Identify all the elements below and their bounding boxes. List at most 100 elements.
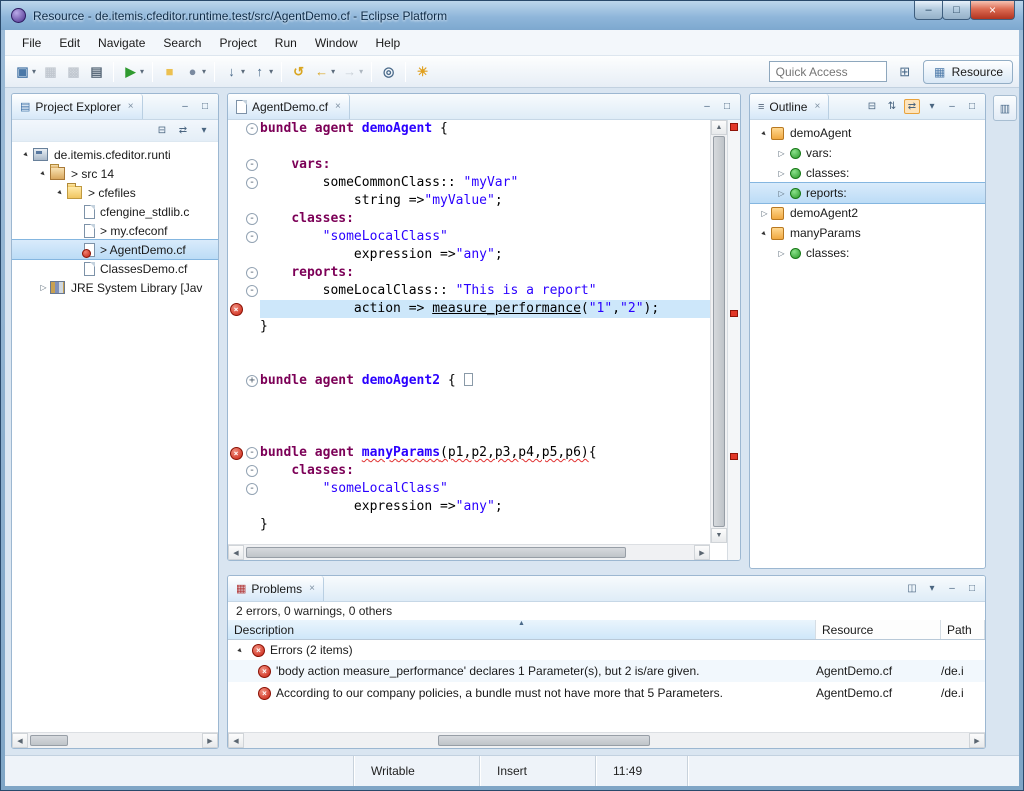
menu-search[interactable]: Search <box>154 33 210 53</box>
print-button[interactable]: ▤ <box>85 60 108 84</box>
fold-minus-icon[interactable]: - <box>244 483 260 495</box>
sort-icon[interactable]: ⇅ <box>884 99 900 114</box>
editor-line-text[interactable]: bundle agent demoAgent2 { <box>260 372 710 390</box>
tree-collapsed-arrow-icon[interactable]: ▷ <box>775 169 788 178</box>
scroll-left-icon[interactable]: ◀ <box>228 733 244 748</box>
collapse-all-icon[interactable]: ⊟ <box>154 123 170 138</box>
tree-expanded-arrow-icon[interactable]: ▸ <box>36 166 52 182</box>
next-annotation-dropdown-icon[interactable]: ▾ <box>241 67 245 76</box>
editor-line-text[interactable]: expression =>"any"; <box>260 498 710 516</box>
tree-collapsed-arrow-icon[interactable]: ▷ <box>758 209 771 218</box>
fold-minus-icon[interactable]: - <box>244 123 260 135</box>
new-wizard-button[interactable]: ▣▾ <box>11 60 39 84</box>
editor-line-text[interactable]: "someLocalClass" <box>260 228 710 246</box>
editor-line-text[interactable]: reports: <box>260 264 710 282</box>
menu-run[interactable]: Run <box>266 33 306 53</box>
editor-line-text[interactable]: } <box>260 318 710 336</box>
tree-expanded-arrow-icon[interactable]: ▸ <box>53 185 69 201</box>
column-header-resource[interactable]: Resource <box>816 620 941 639</box>
editor-line[interactable] <box>228 426 710 444</box>
back-button[interactable]: ←▾ <box>310 60 338 84</box>
editor-line[interactable]: } <box>228 516 710 534</box>
collapse-all-icon[interactable]: ⊟ <box>864 99 880 114</box>
explorer-item[interactable]: cfengine_stdlib.c <box>12 202 218 221</box>
editor-line[interactable]: - classes: <box>228 210 710 228</box>
column-header-path[interactable]: Path <box>941 620 985 639</box>
save-all-button[interactable]: ▩ <box>62 60 85 84</box>
editor-line-text[interactable]: string =>"myValue"; <box>260 192 710 210</box>
close-view-icon[interactable]: × <box>128 101 134 112</box>
outline-item[interactable]: ▷classes: <box>750 243 985 263</box>
tab-project-explorer[interactable]: ▤ Project Explorer × <box>12 94 143 119</box>
tree-collapsed-arrow-icon[interactable]: ▷ <box>775 249 788 258</box>
editor-line-text[interactable]: bundle agent demoAgent { <box>260 120 710 138</box>
forward-button[interactable]: →▾ <box>338 60 366 84</box>
search-dropdown-icon[interactable]: ▾ <box>202 67 206 76</box>
menu-file[interactable]: File <box>13 33 50 53</box>
link-with-editor-icon[interactable]: ⇄ <box>904 99 920 114</box>
maximize-window-button[interactable]: □ <box>942 1 971 20</box>
back-dropdown-icon[interactable]: ▾ <box>331 67 335 76</box>
scroll-down-icon[interactable]: ▼ <box>711 528 727 543</box>
view-menu-icon[interactable]: ▾ <box>196 123 212 138</box>
last-edit-location-button[interactable]: ↺ <box>287 60 310 84</box>
minimize-view-icon[interactable]: – <box>944 581 960 596</box>
editor-line[interactable]: - someLocalClass:: "This is a report" <box>228 282 710 300</box>
fold-minus-icon[interactable]: - <box>244 267 260 279</box>
view-menu-icon[interactable]: ▾ <box>924 99 940 114</box>
editor-hscrollbar[interactable]: ◀ ▶ <box>228 544 710 560</box>
column-header-description[interactable]: Description▲ <box>228 620 816 639</box>
close-view-icon[interactable]: × <box>309 583 315 594</box>
maximize-view-icon[interactable]: □ <box>964 581 980 596</box>
scroll-up-icon[interactable]: ▲ <box>711 120 727 135</box>
editor-line-text[interactable]: action => measure_performance("1","2"); <box>260 300 710 318</box>
fold-minus-icon[interactable]: - <box>244 177 260 189</box>
editor-line-text[interactable] <box>260 426 710 444</box>
overview-error-indicator-icon[interactable] <box>730 123 738 131</box>
editor-line[interactable]: - "someLocalClass" <box>228 480 710 498</box>
explorer-item[interactable]: ▷JRE System Library [Jav <box>12 278 218 297</box>
editor-line-text[interactable]: classes: <box>260 210 710 228</box>
editor-line[interactable]: ×-bundle agent manyParams(p1,p2,p3,p4,p5… <box>228 444 710 462</box>
editor-line[interactable] <box>228 354 710 372</box>
forward-dropdown-icon[interactable]: ▾ <box>359 67 363 76</box>
minimize-view-icon[interactable]: – <box>177 99 193 114</box>
filter-icon[interactable]: ◫ <box>904 581 920 596</box>
editor-line[interactable]: - vars: <box>228 156 710 174</box>
search-button[interactable]: ●▾ <box>181 60 209 84</box>
scroll-right-icon[interactable]: ▶ <box>694 545 710 560</box>
explorer-item[interactable]: ClassesDemo.cf <box>12 259 218 278</box>
editor-line-text[interactable]: expression =>"any"; <box>260 246 710 264</box>
open-perspective-icon[interactable]: ⊞ <box>893 61 917 83</box>
explorer-item[interactable]: > my.cfeconf <box>12 221 218 240</box>
maximize-view-icon[interactable]: □ <box>964 99 980 114</box>
error-marker-icon[interactable]: × <box>228 447 244 460</box>
error-marker-icon[interactable]: × <box>228 303 244 316</box>
tree-expanded-arrow-icon[interactable]: ▸ <box>19 147 35 163</box>
editor-vscrollbar[interactable]: ▲ ▼ <box>710 120 727 543</box>
maximize-view-icon[interactable]: □ <box>197 99 213 114</box>
fold-minus-icon[interactable]: - <box>244 231 260 243</box>
explorer-item[interactable]: ▸de.itemis.cfeditor.runti <box>12 145 218 164</box>
editor-line[interactable]: } <box>228 318 710 336</box>
external-tools-button[interactable]: ▶▾ <box>119 60 147 84</box>
editor-line[interactable] <box>228 408 710 426</box>
external-tools-dropdown-icon[interactable]: ▾ <box>140 67 144 76</box>
collapsed-region-box[interactable] <box>464 373 473 386</box>
fold-minus-icon[interactable]: - <box>244 159 260 171</box>
save-button[interactable]: ▦ <box>39 60 62 84</box>
editor-line[interactable]: string =>"myValue"; <box>228 192 710 210</box>
close-view-icon[interactable]: × <box>814 101 820 112</box>
editor-line[interactable] <box>228 138 710 156</box>
editor-line[interactable]: - "someLocalClass" <box>228 228 710 246</box>
previous-annotation-button[interactable]: ↑▾ <box>248 60 276 84</box>
scroll-right-icon[interactable]: ▶ <box>202 733 218 748</box>
menu-help[interactable]: Help <box>367 33 410 53</box>
problems-hscrollbar[interactable]: ◀ ▶ <box>228 732 985 748</box>
fold-minus-icon[interactable]: - <box>244 447 260 459</box>
resource-perspective-button[interactable]: ▦ Resource <box>923 60 1013 84</box>
explorer-item[interactable]: ▸> cfefiles <box>12 183 218 202</box>
editor-line[interactable]: - reports: <box>228 264 710 282</box>
scrollbar-thumb[interactable] <box>246 547 626 558</box>
editor-line-text[interactable]: "someLocalClass" <box>260 480 710 498</box>
